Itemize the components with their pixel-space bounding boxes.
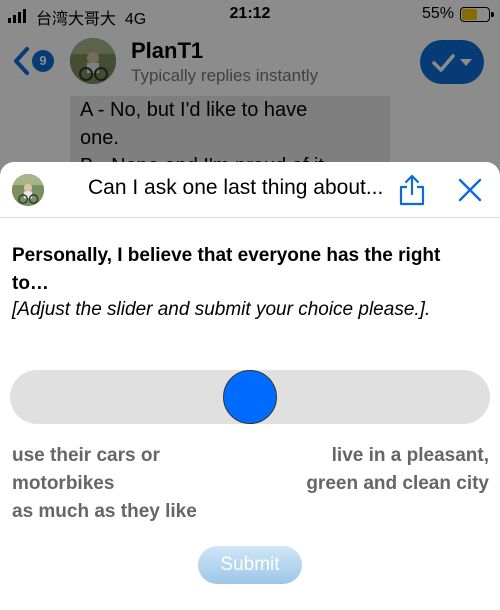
slider-right-label-line: green and clean city [306, 473, 489, 494]
slider-right-label-line: live in a pleasant, [331, 445, 489, 466]
slider-left-label-line: use their cars or [12, 445, 160, 466]
sheet-header: Can I ask one last thing about... [0, 162, 500, 218]
slider-left-label: use their cars or motorbikes as much as … [12, 442, 232, 526]
slider-left-label-line: as much as they like [12, 501, 197, 522]
slider-left-label-line: motorbikes [12, 473, 115, 494]
sheet-title: Can I ask one last thing about... [88, 176, 384, 199]
sheet-avatar [12, 174, 44, 206]
survey-instruction: [Adjust the slider and submit your choic… [12, 299, 431, 320]
share-icon [399, 174, 425, 206]
submit-button[interactable]: Submit [198, 546, 302, 584]
survey-question: Personally, I believe that everyone has … [12, 245, 441, 294]
close-icon [458, 178, 482, 202]
share-button[interactable] [398, 174, 426, 206]
close-button[interactable] [458, 178, 482, 202]
slider-thumb[interactable] [223, 370, 277, 424]
survey-sheet: Can I ask one last thing about... Person… [0, 162, 500, 610]
slider-right-label: live in a pleasant, green and clean city [270, 442, 489, 498]
